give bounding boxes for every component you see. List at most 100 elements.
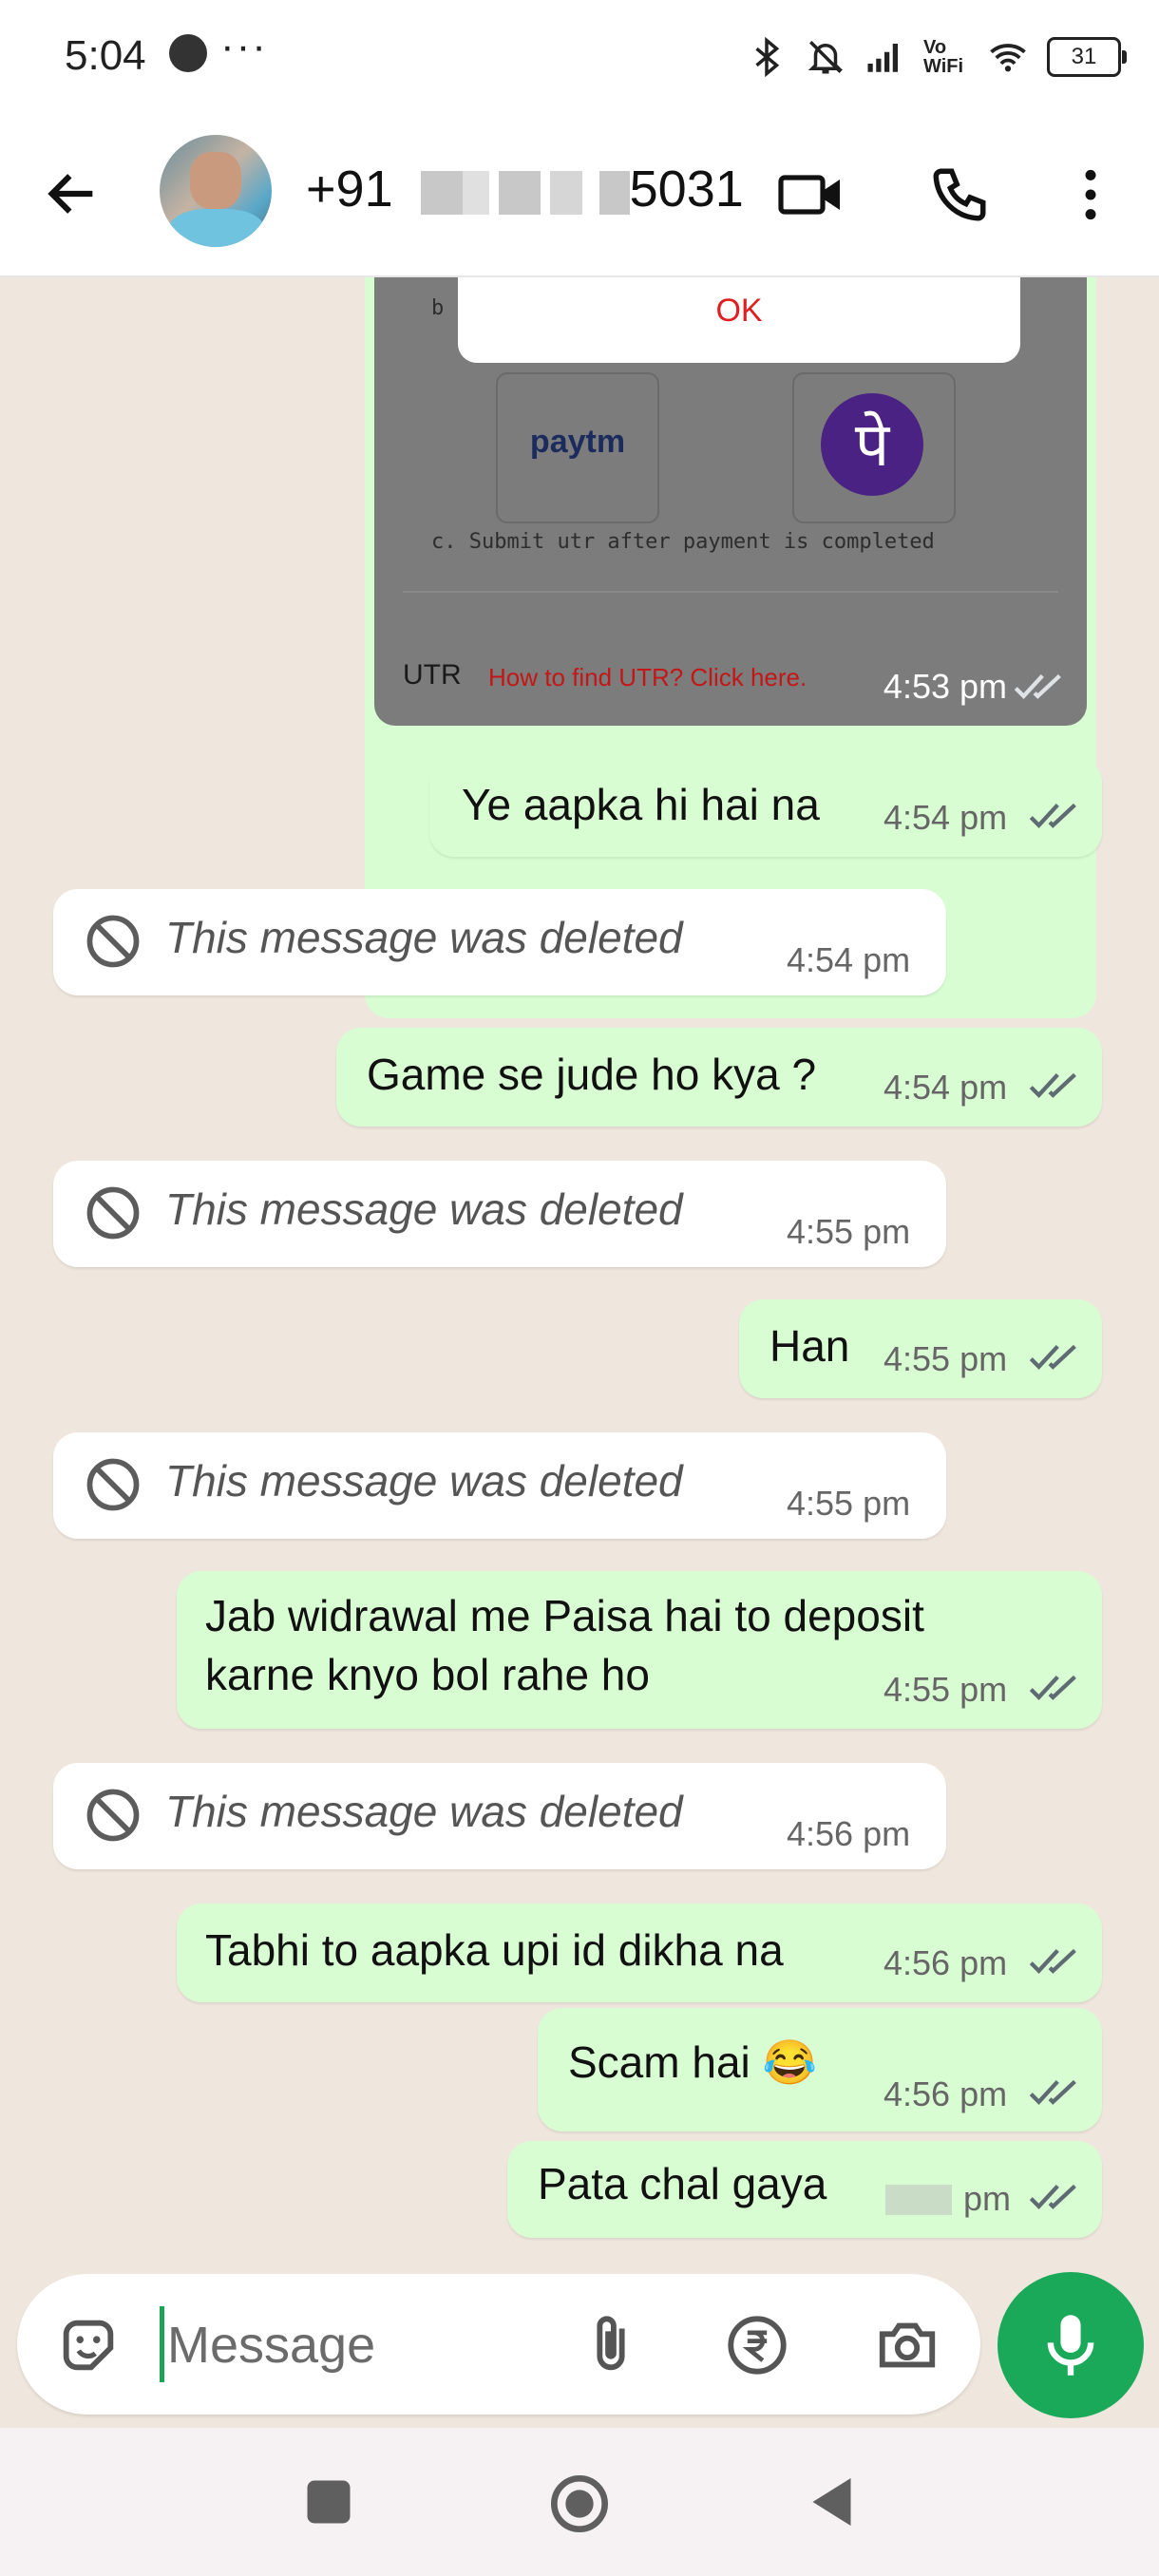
utr-label: UTR — [403, 659, 462, 691]
contact-suffix: 5031 — [629, 161, 744, 218]
deleted-message[interactable]: This message was deleted 4:54 pm — [53, 889, 946, 995]
outgoing-message[interactable]: Ye aapka hi hai na 4:54 pm — [429, 758, 1102, 857]
message-time: 4:55 pm — [884, 1339, 1008, 1378]
outgoing-message[interactable]: Tabhi to aapka upi id dikha na 4:56 pm — [177, 1904, 1102, 2002]
redacted-block — [598, 170, 630, 215]
paytm-tile: paytm — [496, 372, 659, 523]
message-input[interactable]: Message — [167, 2316, 375, 2375]
avatar[interactable] — [160, 135, 272, 247]
rupee-payment-icon[interactable] — [724, 2312, 790, 2378]
read-ticks-icon — [1029, 1675, 1076, 1700]
screenshot-ok-button: OK — [715, 293, 763, 329]
read-ticks-icon — [1014, 673, 1061, 699]
system-nav-bar — [0, 2428, 1159, 2576]
attach-icon[interactable] — [578, 2312, 644, 2378]
read-ticks-icon — [1029, 1344, 1076, 1370]
status-icons: Vo WiFi 31 — [747, 28, 1127, 85]
utr-help-link: How to find UTR? Click here. — [488, 663, 808, 691]
message-time: 4:56 pm — [787, 1814, 911, 1853]
back-arrow-icon[interactable] — [42, 163, 103, 224]
video-call-icon[interactable] — [777, 163, 846, 226]
deleted-icon — [86, 1186, 140, 1240]
message-time: 4:54 pm — [884, 1068, 1008, 1107]
read-ticks-icon — [1029, 1948, 1076, 1974]
outgoing-message[interactable]: Pata chal gaya pm — [507, 2141, 1102, 2238]
more-notifications-icon: ··· — [220, 23, 268, 69]
home-icon[interactable] — [549, 2473, 610, 2534]
read-ticks-icon — [1029, 2184, 1076, 2209]
status-time: 5:04 — [65, 32, 146, 79]
phonepe-logo: पे — [821, 393, 923, 496]
wifi-icon — [990, 44, 1026, 72]
recent-apps-icon[interactable] — [300, 2473, 357, 2530]
outgoing-message[interactable]: Han 4:55 pm — [739, 1299, 1102, 1398]
message-composer: Message — [17, 2274, 980, 2415]
voice-message-button[interactable] — [998, 2272, 1144, 2418]
signal-icon — [867, 44, 898, 72]
screenshot-dialog: OK — [458, 277, 1020, 363]
screenshot-instruction: c. Submit utr after payment is completed — [431, 530, 935, 554]
message-time-suffix: pm — [963, 2179, 1012, 2218]
deleted-message-text: This message was deleted — [165, 913, 683, 962]
outgoing-message[interactable]: Jab widrawal me Paisa hai to deposit kar… — [177, 1571, 1102, 1729]
deleted-message-text: This message was deleted — [165, 1456, 683, 1506]
message-time: 4:56 pm — [884, 2074, 1008, 2113]
message-time: 4:54 pm — [884, 798, 1008, 837]
app-notification-icon — [169, 34, 207, 72]
more-options-icon[interactable] — [1056, 163, 1125, 226]
screenshot-divider — [403, 591, 1058, 593]
sticker-icon[interactable] — [55, 2312, 122, 2378]
message-text: Pata chal gaya — [538, 2159, 827, 2208]
message-time: 4:55 pm — [787, 1212, 911, 1251]
message-text: Tabhi to aapka upi id dikha na — [205, 1925, 784, 1975]
deleted-message-text: This message was deleted — [165, 1184, 683, 1234]
redacted-block — [498, 170, 541, 215]
message-text: Scam hai 😂 — [568, 2037, 817, 2087]
avatar-shirt — [169, 209, 264, 247]
read-ticks-icon — [1029, 2079, 1076, 2105]
message-text-line-2: karne knyo bol rahe ho — [205, 1650, 650, 1699]
read-ticks-icon — [1029, 1072, 1076, 1098]
chat-header: +91 5031 — [0, 114, 1159, 277]
outgoing-message[interactable]: Game se jude ho kya ? 4:54 pm — [336, 1028, 1102, 1127]
deleted-icon — [86, 1789, 140, 1842]
deleted-icon — [86, 915, 140, 968]
battery-level: 31 — [1071, 44, 1097, 69]
message-time: 4:54 pm — [787, 940, 911, 979]
chat-area[interactable]: b OK paytm पे c. Submit utr after paymen… — [0, 277, 1159, 2270]
bell-muted-icon — [808, 41, 844, 74]
message-time: 4:53 pm — [883, 667, 1007, 706]
message-text: Ye aapka hi hai na — [462, 780, 820, 829]
payment-screenshot[interactable]: b OK paytm पे c. Submit utr after paymen… — [374, 277, 1087, 726]
deleted-icon — [86, 1458, 140, 1511]
deleted-message[interactable]: This message was deleted 4:55 pm — [53, 1432, 946, 1539]
contact-name[interactable]: +91 5031 — [306, 160, 744, 218]
redacted-block — [549, 170, 582, 215]
outgoing-message[interactable]: Scam hai 😂 4:56 pm — [538, 2008, 1102, 2131]
back-nav-icon[interactable] — [806, 2473, 863, 2530]
vowifi-label: Vo WiFi — [923, 37, 964, 77]
message-time: 4:55 pm — [884, 1670, 1008, 1709]
message-text-line-1: Jab widrawal me Paisa hai to deposit — [205, 1591, 924, 1640]
voice-call-icon[interactable] — [925, 163, 994, 226]
screenshot-partial-text: b — [431, 296, 445, 320]
redacted-time — [885, 2185, 952, 2215]
message-text: Han — [770, 1321, 850, 1371]
text-cursor — [160, 2306, 164, 2382]
message-text: Game se jude ho kya ? — [367, 1050, 817, 1099]
message-time: 4:56 pm — [884, 1943, 1008, 1982]
redacted-block — [420, 170, 463, 215]
deleted-message[interactable]: This message was deleted 4:56 pm — [53, 1763, 946, 1869]
deleted-message-text: This message was deleted — [165, 1787, 683, 1836]
avatar-face — [190, 152, 241, 209]
bluetooth-icon — [755, 37, 780, 77]
redacted-block — [462, 170, 489, 215]
battery-icon: 31 — [1047, 37, 1127, 77]
status-bar: 5:04 ··· Vo WiFi 31 — [0, 0, 1159, 114]
camera-icon[interactable] — [874, 2312, 940, 2378]
phonepe-tile: पे — [792, 372, 956, 523]
deleted-message[interactable]: This message was deleted 4:55 pm — [53, 1161, 946, 1267]
contact-prefix: +91 — [306, 161, 393, 218]
read-ticks-icon — [1029, 803, 1076, 828]
message-time: 4:55 pm — [787, 1484, 911, 1523]
